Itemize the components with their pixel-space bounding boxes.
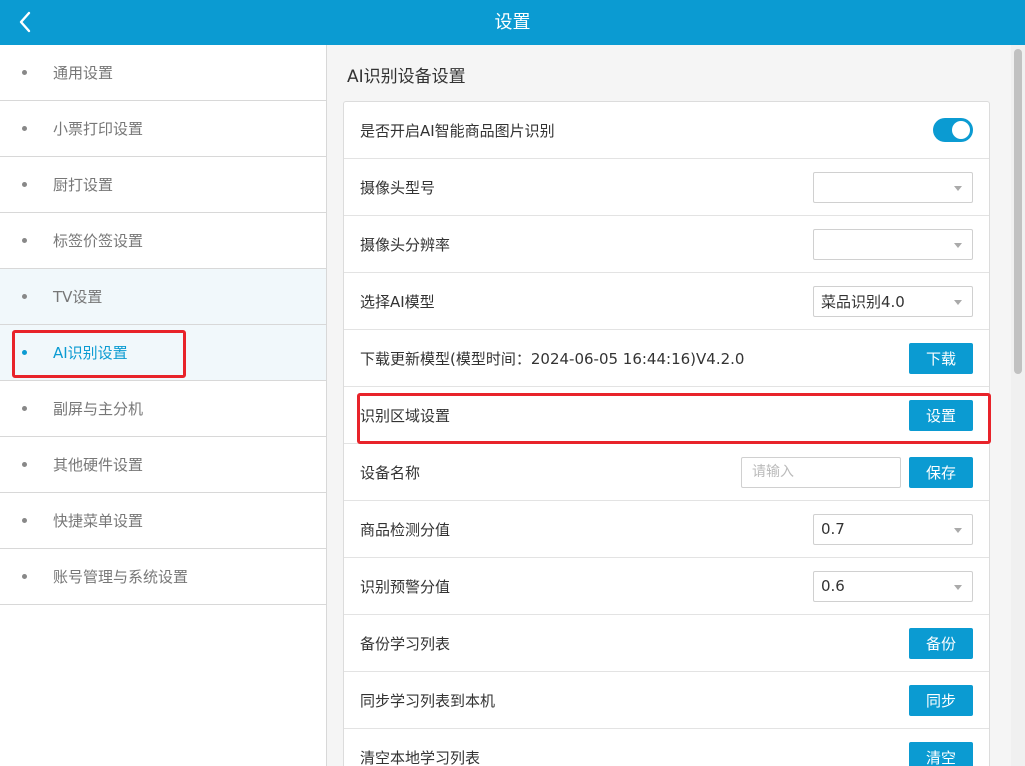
page-title: 设置 xyxy=(494,12,531,33)
row-label: 摄像头分辨率 xyxy=(360,235,451,254)
settings-panel: 是否开启AI智能商品图片识别 摄像头型号 摄像头分辨率 选择AI模型 菜品识别4… xyxy=(343,101,990,766)
detect-threshold-select[interactable]: 0.7 xyxy=(813,513,973,545)
caret-down-icon xyxy=(954,527,962,533)
settings-row-ai-toggle: 是否开启AI智能商品图片识别 xyxy=(344,102,989,159)
bullet-icon xyxy=(22,70,27,75)
sidebar-item-other-hardware[interactable]: 其他硬件设置 xyxy=(0,437,326,493)
bullet-icon xyxy=(22,574,27,579)
row-label: 识别区域设置 xyxy=(360,406,451,425)
settings-row-device-name: 设备名称 保存 xyxy=(344,444,989,501)
row-label: 商品检测分值 xyxy=(360,520,451,539)
sidebar-item-label: 厨打设置 xyxy=(53,176,114,194)
sidebar-item-kitchen-print[interactable]: 厨打设置 xyxy=(0,157,326,213)
row-label: 备份学习列表 xyxy=(360,634,451,653)
sidebar-item-label: TV设置 xyxy=(53,288,103,306)
sidebar-item-receipt-print[interactable]: 小票打印设置 xyxy=(0,101,326,157)
bullet-icon xyxy=(22,518,27,523)
sidebar-item-account-system[interactable]: 账号管理与系统设置 xyxy=(0,549,326,605)
camera-model-select[interactable] xyxy=(813,171,973,203)
settings-row-clear: 清空本地学习列表 清空 xyxy=(344,729,989,766)
sidebar-item-label: AI识别设置 xyxy=(53,344,128,362)
caret-down-icon xyxy=(954,584,962,590)
toggle-knob xyxy=(952,121,970,139)
select-value: 菜品识别4.0 xyxy=(821,292,905,311)
ai-model-select[interactable]: 菜品识别4.0 xyxy=(813,285,973,317)
settings-row-detect-threshold: 商品检测分值 0.7 xyxy=(344,501,989,558)
bullet-icon xyxy=(22,350,27,355)
sidebar-item-label: 账号管理与系统设置 xyxy=(53,568,189,586)
sidebar-item-label: 副屏与主分机 xyxy=(53,400,144,418)
sidebar-item-label: 标签价签设置 xyxy=(53,232,144,250)
row-label: 是否开启AI智能商品图片识别 xyxy=(360,121,555,140)
sidebar-item-tv[interactable]: TV设置 xyxy=(0,269,326,325)
sync-button[interactable]: 同步 xyxy=(909,684,973,716)
sidebar-item-label: 小票打印设置 xyxy=(53,120,144,138)
settings-content: AI识别设备设置 是否开启AI智能商品图片识别 摄像头型号 摄像头分辨率 选择A… xyxy=(327,45,1011,766)
sidebar-item-shortcut-menu[interactable]: 快捷菜单设置 xyxy=(0,493,326,549)
caret-down-icon xyxy=(954,185,962,191)
warning-threshold-select[interactable]: 0.6 xyxy=(813,570,973,602)
settings-row-camera-resolution: 摄像头分辨率 xyxy=(344,216,989,273)
sidebar-item-ai-recognition[interactable]: AI识别设置 xyxy=(0,325,326,381)
bullet-icon xyxy=(22,238,27,243)
caret-down-icon xyxy=(954,242,962,248)
ai-recognition-toggle[interactable] xyxy=(933,118,973,142)
sidebar: 通用设置 小票打印设置 厨打设置 标签价签设置 TV设置 AI识别设置 副屏与主… xyxy=(0,45,327,766)
settings-row-camera-model: 摄像头型号 xyxy=(344,159,989,216)
sidebar-item-label: 通用设置 xyxy=(53,64,114,82)
settings-row-region: 识别区域设置 设置 xyxy=(344,387,989,444)
scrollbar[interactable] xyxy=(1011,45,1025,766)
bullet-icon xyxy=(22,182,27,187)
bullet-icon xyxy=(22,294,27,299)
settings-row-ai-model: 选择AI模型 菜品识别4.0 xyxy=(344,273,989,330)
camera-resolution-select[interactable] xyxy=(813,228,973,260)
caret-down-icon xyxy=(954,299,962,305)
row-label: 选择AI模型 xyxy=(360,292,435,311)
row-label: 摄像头型号 xyxy=(360,178,436,197)
sidebar-item-label: 其他硬件设置 xyxy=(53,456,144,474)
bullet-icon xyxy=(22,406,27,411)
scrollbar-thumb[interactable] xyxy=(1014,49,1022,374)
sidebar-item-label-price[interactable]: 标签价签设置 xyxy=(0,213,326,269)
row-label: 识别预警分值 xyxy=(360,577,451,596)
region-settings-button[interactable]: 设置 xyxy=(909,399,973,431)
settings-row-backup: 备份学习列表 备份 xyxy=(344,615,989,672)
device-name-input[interactable] xyxy=(741,456,901,488)
sidebar-item-label: 快捷菜单设置 xyxy=(53,512,144,530)
row-label: 设备名称 xyxy=(360,463,421,482)
backup-button[interactable]: 备份 xyxy=(909,627,973,659)
row-label: 清空本地学习列表 xyxy=(360,748,481,766)
select-value: 0.6 xyxy=(821,577,845,595)
top-bar: 设置 xyxy=(0,0,1025,45)
download-button[interactable]: 下载 xyxy=(909,342,973,374)
sidebar-item-secondary-screen[interactable]: 副屏与主分机 xyxy=(0,381,326,437)
bullet-icon xyxy=(22,462,27,467)
clear-button[interactable]: 清空 xyxy=(909,741,973,766)
row-label: 同步学习列表到本机 xyxy=(360,691,496,710)
settings-row-sync: 同步学习列表到本机 同步 xyxy=(344,672,989,729)
select-value: 0.7 xyxy=(821,520,845,538)
save-button[interactable]: 保存 xyxy=(909,456,973,488)
bullet-icon xyxy=(22,126,27,131)
sidebar-item-general[interactable]: 通用设置 xyxy=(0,45,326,101)
row-label: 下载更新模型(模型时间：2024-06-05 16:44:16)V4.2.0 xyxy=(360,349,745,368)
settings-row-download-model: 下载更新模型(模型时间：2024-06-05 16:44:16)V4.2.0 下… xyxy=(344,330,989,387)
settings-row-warning-threshold: 识别预警分值 0.6 xyxy=(344,558,989,615)
section-title: AI识别设备设置 xyxy=(347,67,466,87)
